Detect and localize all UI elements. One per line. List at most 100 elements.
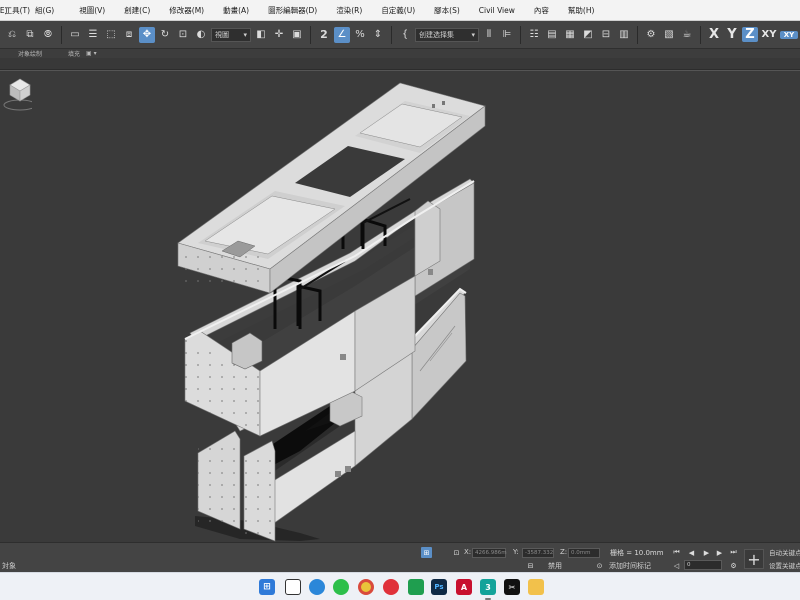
rotate-icon[interactable]: ↻ xyxy=(157,27,173,43)
photoshop-icon[interactable]: Ps xyxy=(431,579,447,595)
toggle-layer-explorer-icon[interactable]: ▤ xyxy=(544,27,560,43)
ribbon-tabs: 对象绘制 填充 ▣ ▾ xyxy=(0,49,800,58)
current-frame-field[interactable]: 0 xyxy=(684,560,722,570)
green-app-icon[interactable] xyxy=(408,579,424,595)
windows-taskbar: ⊞ Ps A 3 ✂ xyxy=(0,572,800,600)
align-icon[interactable]: ⊫ xyxy=(499,27,515,43)
capcut-icon[interactable]: ✂ xyxy=(504,579,520,595)
windows-start-icon[interactable]: ⊞ xyxy=(259,579,275,595)
angle-snap-icon[interactable]: ∠ xyxy=(334,26,350,43)
axis-xy-button[interactable]: XY xyxy=(760,29,778,40)
window-crossing-icon[interactable]: ⧈ xyxy=(121,27,137,43)
adaptive-degradation-icon[interactable]: ⊟ xyxy=(525,560,536,571)
menu-group[interactable]: 組(G) xyxy=(25,5,63,16)
schematic-view-icon[interactable]: ⊟ xyxy=(598,27,614,43)
wechat-icon[interactable] xyxy=(333,579,349,595)
chrome-icon[interactable] xyxy=(358,579,374,595)
set-key-plus-icon[interactable]: + xyxy=(744,549,764,569)
chevron-down-icon: ▾ xyxy=(471,30,475,39)
rendered-frame-icon[interactable]: ▧ xyxy=(661,27,677,43)
next-frame-icon[interactable]: ▶ xyxy=(714,547,725,558)
menu-views[interactable]: 視圖(V) xyxy=(69,5,114,16)
disabled-label: 禁用 xyxy=(548,562,562,570)
scene-model[interactable] xyxy=(0,71,800,543)
spinner-snap-icon[interactable]: ⇕ xyxy=(370,27,386,43)
keyboard-shortcut-override-icon[interactable]: ▣ xyxy=(289,27,305,43)
menu-graph-editors[interactable]: 圖形編輯器(D) xyxy=(258,5,326,16)
add-time-tag-label[interactable]: 添加时间标记 xyxy=(609,561,651,571)
curve-editor-icon[interactable]: ◩ xyxy=(580,27,596,43)
x-coordinate-field[interactable]: 4266.986m xyxy=(472,548,507,558)
named-selection-dropdown[interactable]: 创建选择集 ▾ xyxy=(415,27,479,42)
rect-selection-icon[interactable]: ⬚ xyxy=(103,27,119,43)
toolbar-separator xyxy=(700,25,701,44)
select-icon[interactable]: ▭ xyxy=(67,27,83,43)
placement-icon[interactable]: ◐ xyxy=(193,27,209,43)
x-label: X: xyxy=(464,548,472,556)
ribbon-expand-icon[interactable]: ▣ ▾ xyxy=(86,50,97,57)
netease-music-icon[interactable] xyxy=(383,579,399,595)
snap-toggle-icon[interactable]: 2 xyxy=(316,27,332,43)
axis-z-button[interactable]: Z xyxy=(742,27,758,42)
select-manipulate-icon[interactable]: ✛ xyxy=(271,27,287,43)
pivot-icon[interactable]: ◧ xyxy=(253,27,269,43)
z-coordinate-field[interactable]: 0.0mm xyxy=(568,548,600,558)
add-time-tag-icon[interactable]: ⊙ xyxy=(594,560,605,571)
bind-spacewarp-icon[interactable]: ⦾ xyxy=(40,27,56,43)
toolbar-separator xyxy=(391,25,392,44)
file-explorer-icon[interactable] xyxy=(285,579,301,595)
menu-customize[interactable]: 自定義(U) xyxy=(371,5,424,16)
menu-animation[interactable]: 動畫(A) xyxy=(213,5,258,16)
menu-help[interactable]: 幫助(H) xyxy=(558,5,604,16)
axis-x-button[interactable]: X xyxy=(706,27,722,42)
auto-key-button[interactable]: 自动关键点 xyxy=(769,547,800,557)
axis-xy-cycle-button[interactable]: XY xyxy=(780,30,798,39)
scale-icon[interactable]: ⊡ xyxy=(175,27,191,43)
go-to-end-icon[interactable]: ⏭ xyxy=(728,547,739,558)
menu-civil-view[interactable]: Civil View xyxy=(469,6,524,15)
time-config-icon[interactable]: ⚙ xyxy=(728,560,739,571)
acrobat-icon[interactable]: A xyxy=(456,579,472,595)
axis-y-button[interactable]: Y xyxy=(724,27,740,42)
percent-snap-icon[interactable]: % xyxy=(352,27,368,43)
toolbar-separator xyxy=(61,25,62,44)
unlink-icon[interactable]: ⧉ xyxy=(22,27,38,43)
key-mode-icon[interactable]: ◁ xyxy=(671,560,682,571)
chevron-down-icon: ▾ xyxy=(243,30,247,39)
select-by-name-icon[interactable]: ☰ xyxy=(85,27,101,43)
menu-modifiers[interactable]: 修改器(M) xyxy=(159,5,213,16)
play-icon[interactable]: ▶ xyxy=(701,547,712,558)
y-coordinate-field[interactable]: -3587.332 xyxy=(522,548,554,558)
3dsmax-icon[interactable]: 3 xyxy=(480,579,496,600)
viewcube-icon[interactable] xyxy=(0,71,32,113)
menu-create[interactable]: 創建(C) xyxy=(114,5,159,16)
render-setup-icon[interactable]: ⚙ xyxy=(643,27,659,43)
undo-icon[interactable]: ⎌ xyxy=(4,27,20,43)
menu-scripting[interactable]: 腳本(S) xyxy=(424,5,469,16)
folder-icon[interactable] xyxy=(528,579,544,595)
ribbon-panel xyxy=(0,58,800,70)
viewport-perspective[interactable] xyxy=(0,70,800,542)
go-to-start-icon[interactable]: ⏮ xyxy=(671,547,682,558)
toolbar-separator xyxy=(520,25,521,44)
ribbon-tab-object-paint[interactable]: 对象绘制 xyxy=(18,49,42,58)
menu-bar: 編輯(E) 工具(T) 組(G) 視圖(V) 創建(C) 修改器(M) 動畫(A… xyxy=(0,0,800,21)
edge-icon[interactable] xyxy=(309,579,325,595)
graphite-toolbar-icon[interactable]: ▦ xyxy=(562,27,578,43)
menu-rendering[interactable]: 渲染(R) xyxy=(326,5,371,16)
set-key-button[interactable]: 设置关键点 xyxy=(769,560,800,570)
previous-frame-icon[interactable]: ◀ xyxy=(686,547,697,558)
render-icon[interactable]: ☕ xyxy=(679,27,695,43)
move-icon[interactable]: ✥ xyxy=(139,26,155,43)
ribbon-tab-populate[interactable]: 填充 xyxy=(68,49,80,58)
edit-named-selection-icon[interactable]: { xyxy=(397,27,413,43)
material-editor-icon[interactable]: ▥ xyxy=(616,27,632,43)
reference-coord-dropdown[interactable]: 視圖 ▾ xyxy=(211,27,251,42)
menu-content[interactable]: 內容 xyxy=(524,5,558,16)
mirror-icon[interactable]: ⫴ xyxy=(481,27,497,43)
toggle-scene-explorer-icon[interactable]: ☷ xyxy=(526,27,542,43)
absolute-mode-icon[interactable]: ⊡ xyxy=(451,547,462,558)
named-selection-value: 创建选择集 xyxy=(419,30,454,39)
y-label: Y: xyxy=(513,548,519,556)
lock-selection-icon[interactable]: ⊞ xyxy=(421,547,432,558)
